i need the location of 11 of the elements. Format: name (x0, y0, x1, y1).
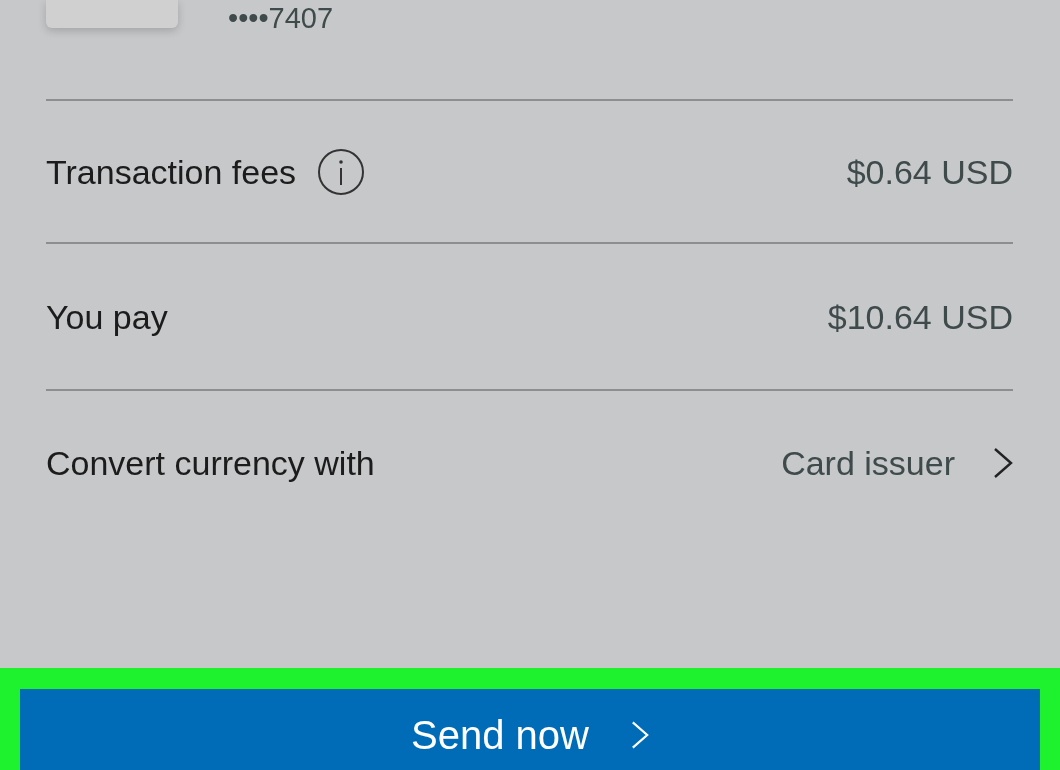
chevron-right-icon (630, 720, 649, 749)
row-label: Convert currency with (46, 446, 375, 480)
chevron-right-icon (993, 448, 1013, 478)
send-button[interactable]: Send now (20, 689, 1040, 770)
row-value: $10.64 USD (827, 299, 1013, 334)
card-number: ••••7407 (228, 4, 334, 33)
row-value[interactable]: Card issuer (781, 446, 955, 480)
row-label: You pay (46, 299, 168, 334)
row-label: Transaction fees (46, 154, 297, 189)
info-icon[interactable] (318, 148, 365, 195)
row-value: $0.64 USD (846, 154, 1013, 189)
